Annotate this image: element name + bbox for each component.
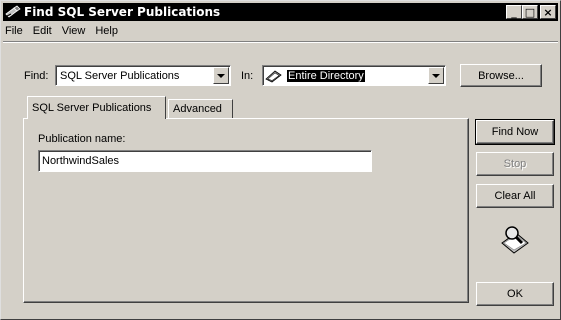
caption-buttons: _ □ × <box>506 5 556 19</box>
close-icon: × <box>543 5 553 19</box>
find-now-button[interactable]: Find Now <box>475 119 555 145</box>
directory-book-icon <box>263 69 285 83</box>
find-type-value: SQL Server Publications <box>60 69 180 82</box>
magnifier-search-icon <box>498 221 534 257</box>
tab-advanced-label: Advanced <box>173 103 222 115</box>
menu-edit[interactable]: Edit <box>29 25 58 37</box>
find-type-combo[interactable]: SQL Server Publications <box>55 65 231 86</box>
chevron-down-icon <box>217 73 225 78</box>
stop-button[interactable]: Stop <box>476 152 554 176</box>
publication-name-label: Publication name: <box>38 133 126 145</box>
window-title: Find SQL Server Publications <box>24 5 221 19</box>
search-scope-combo[interactable]: Entire Directory <box>262 65 446 86</box>
find-flashlight-icon <box>5 4 21 20</box>
publication-name-input[interactable]: NorthwindSales <box>38 150 372 172</box>
tab-advanced[interactable]: Advanced <box>168 99 233 118</box>
minimize-icon: _ <box>511 5 517 19</box>
tab-sql-server-publications[interactable]: SQL Server Publications <box>27 96 166 119</box>
in-label: In: <box>241 70 254 82</box>
minimize-button[interactable]: _ <box>506 5 522 19</box>
browse-button[interactable]: Browse... <box>460 64 542 87</box>
find-type-dropdown-button[interactable] <box>213 67 229 84</box>
menu-separator <box>3 41 558 43</box>
menu-view[interactable]: View <box>58 25 92 37</box>
search-scope-value: Entire Directory <box>287 69 365 82</box>
tab-panel: Publication name: NorthwindSales <box>23 118 469 303</box>
close-button[interactable]: × <box>540 5 556 19</box>
menu-file[interactable]: File <box>3 25 29 37</box>
find-label: Find: <box>24 70 49 82</box>
maximize-icon: □ <box>524 5 536 19</box>
menu-bar: File Edit View Help <box>3 22 124 40</box>
clear-all-button[interactable]: Clear All <box>476 184 554 208</box>
maximize-button[interactable]: □ <box>522 5 538 19</box>
tab-sql-server-publications-label: SQL Server Publications <box>32 102 152 114</box>
menu-help[interactable]: Help <box>91 25 124 37</box>
ok-button[interactable]: OK <box>476 282 554 306</box>
publication-name-value: NorthwindSales <box>42 155 120 167</box>
find-dialog-window: Find SQL Server Publications _ □ × File … <box>0 0 561 320</box>
chevron-down-icon <box>432 73 440 78</box>
search-scope-dropdown-button[interactable] <box>428 67 444 84</box>
title-bar[interactable]: Find SQL Server Publications _ □ × <box>3 3 558 21</box>
